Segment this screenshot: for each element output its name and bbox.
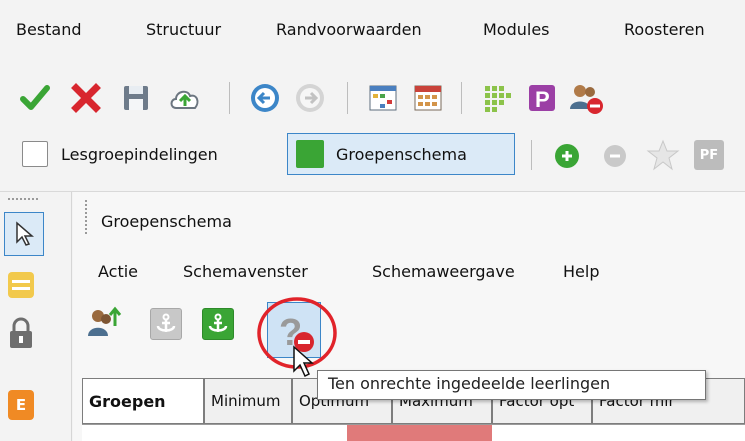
- cursor-icon: [16, 221, 35, 246]
- list-icon[interactable]: [8, 272, 34, 298]
- anchor-green-icon[interactable]: [202, 308, 234, 340]
- menu-actie[interactable]: Actie: [98, 262, 138, 281]
- p-icon[interactable]: P: [522, 78, 562, 118]
- tooltip: Ten onrechte ingedeelde leerlingen: [317, 370, 706, 400]
- cloud-upload-icon[interactable]: [165, 78, 205, 118]
- ribbon-separator: [531, 140, 532, 170]
- menu-help[interactable]: Help: [563, 262, 599, 281]
- menu-schemavenster[interactable]: Schemavenster: [183, 262, 308, 281]
- groepenschema-label: Groepenschema: [336, 144, 467, 164]
- forward-arrow-icon[interactable]: [290, 78, 330, 118]
- menu-modules[interactable]: Modules: [483, 20, 550, 39]
- green-square-icon: [296, 140, 324, 168]
- grid-schedule-icon[interactable]: [363, 78, 403, 118]
- menu-structuur[interactable]: Structuur: [146, 20, 221, 39]
- lock-icon[interactable]: [7, 316, 35, 354]
- menu-bestand[interactable]: Bestand: [16, 20, 82, 39]
- pr-label: PF: [694, 140, 724, 170]
- groepenschema-button[interactable]: Groepenschema: [287, 133, 515, 175]
- toolbar-separator: [229, 82, 230, 114]
- tab-minimum[interactable]: Minimum: [204, 378, 292, 424]
- add-icon[interactable]: [555, 144, 579, 168]
- highlighted-cell: [347, 425, 492, 441]
- panel-grip: [85, 200, 87, 234]
- anchor-icon[interactable]: [150, 308, 182, 340]
- mouse-cursor-icon: [293, 345, 314, 378]
- pr-button[interactable]: PF: [694, 140, 745, 170]
- calendar-grid-icon[interactable]: [408, 78, 448, 118]
- toolbar-separator: [461, 82, 462, 114]
- svg-text:P: P: [535, 87, 550, 112]
- panel-title: Groepenschema: [101, 212, 232, 231]
- grid-header-row: [82, 424, 745, 441]
- pointer-tool-button[interactable]: [4, 212, 44, 256]
- dot-matrix-icon[interactable]: [477, 78, 517, 118]
- e-icon[interactable]: E: [8, 390, 34, 420]
- menu-randvoorwaarden[interactable]: Randvoorwaarden: [276, 20, 422, 39]
- remove-icon[interactable]: [604, 145, 626, 167]
- back-arrow-icon[interactable]: [245, 78, 285, 118]
- left-tool-strip: E: [0, 192, 72, 441]
- close-icon[interactable]: [66, 78, 106, 118]
- lesgroep-label[interactable]: Lesgroepindelingen: [61, 145, 218, 164]
- check-icon[interactable]: [15, 78, 55, 118]
- save-icon[interactable]: [116, 78, 156, 118]
- menu-roosteren[interactable]: Roosteren: [624, 20, 705, 39]
- main-menubar: Bestand Structuur Randvoorwaarden Module…: [0, 0, 745, 62]
- lesgroep-checkbox[interactable]: [22, 141, 48, 167]
- star-icon[interactable]: [646, 138, 680, 176]
- tab-groepen[interactable]: Groepen: [82, 378, 204, 424]
- users-remove-icon[interactable]: [566, 78, 606, 118]
- toolbar-separator: [347, 82, 348, 114]
- students-up-icon[interactable]: [86, 306, 122, 344]
- grip-handle[interactable]: [8, 198, 38, 200]
- menu-schemaweergave[interactable]: Schemaweergave: [372, 262, 515, 281]
